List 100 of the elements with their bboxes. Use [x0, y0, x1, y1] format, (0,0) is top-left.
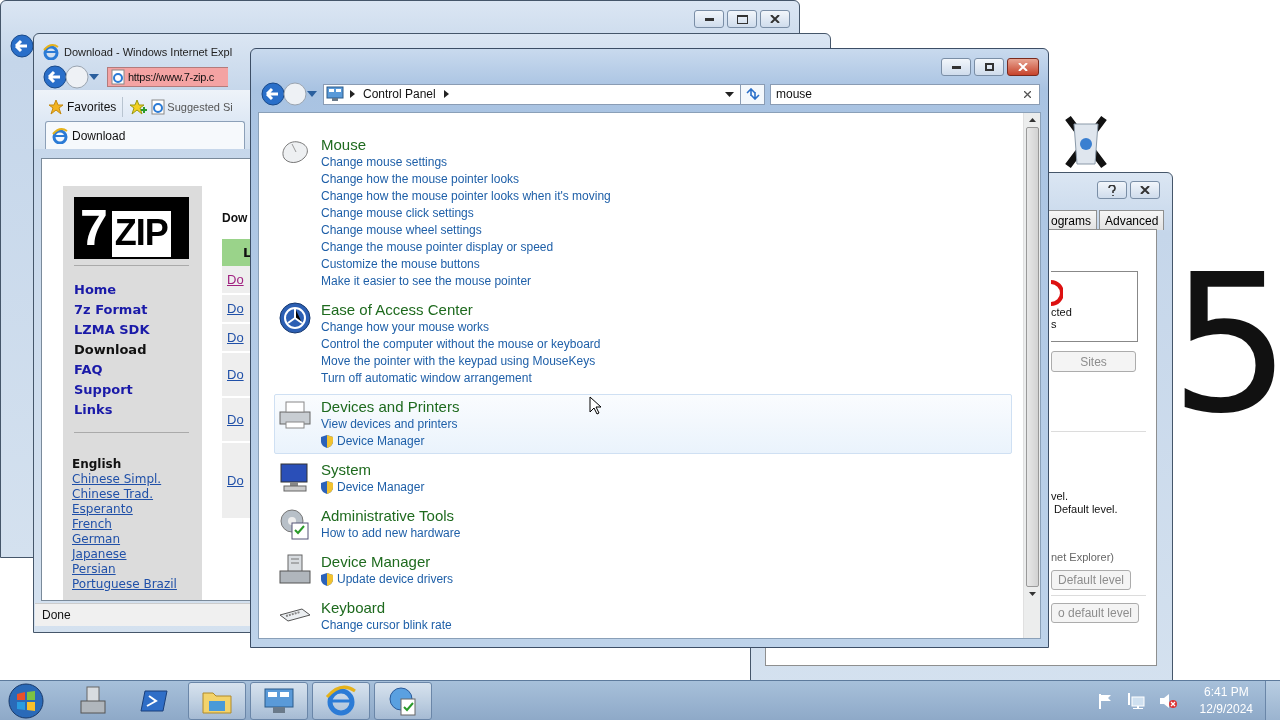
- nav-link[interactable]: Support: [74, 380, 202, 400]
- address-field[interactable]: https://www.7-zip.c: [107, 67, 228, 87]
- recycle-bin-icon[interactable]: [1064, 114, 1108, 170]
- task-link[interactable]: Change mouse wheel settings: [321, 222, 611, 239]
- refresh-button[interactable]: [741, 83, 765, 105]
- category-link[interactable]: Keyboard: [321, 599, 452, 617]
- back-button[interactable]: [10, 34, 34, 58]
- status-text: Done: [42, 608, 71, 622]
- clear-icon[interactable]: [1024, 90, 1031, 98]
- language-link[interactable]: Esperanto: [72, 502, 202, 517]
- taskbar-button[interactable]: [250, 681, 308, 720]
- start-button[interactable]: [8, 682, 44, 719]
- language-link[interactable]: French: [72, 517, 202, 532]
- task-link[interactable]: Change the mouse pointer display or speed: [321, 239, 611, 256]
- suggested-sites-link[interactable]: Suggested Si: [151, 99, 233, 115]
- tab[interactable]: Download: [45, 121, 245, 149]
- maximize-icon: [984, 63, 994, 71]
- language-link[interactable]: Persian: [72, 562, 202, 577]
- language-link[interactable]: German: [72, 532, 202, 547]
- result-item[interactable]: System Device Manager: [274, 457, 1012, 500]
- task-link[interactable]: Change mouse click settings: [321, 205, 611, 222]
- tools-icon: [278, 507, 312, 541]
- caret-icon[interactable]: [89, 74, 99, 80]
- category-link[interactable]: System: [321, 461, 425, 479]
- task-link[interactable]: Change cursor blink rate: [321, 617, 452, 634]
- printer-icon: [278, 398, 312, 432]
- nav-link[interactable]: Home: [74, 280, 202, 300]
- search-field[interactable]: mouse: [770, 83, 1040, 105]
- category-link[interactable]: Mouse: [321, 136, 611, 154]
- table-link[interactable]: Do: [227, 473, 244, 488]
- server-icon: [77, 684, 109, 717]
- browser-icon: [43, 43, 59, 60]
- show-desktop-button[interactable]: [1265, 680, 1280, 720]
- maximize-button[interactable]: [727, 10, 757, 28]
- caret-icon[interactable]: [307, 91, 317, 97]
- task-link[interactable]: Device Manager: [321, 433, 460, 450]
- category-link[interactable]: Device Manager: [321, 553, 454, 571]
- language-link[interactable]: English: [72, 457, 202, 472]
- task-link[interactable]: Move the pointer with the keypad using MouseKeys: [321, 353, 601, 370]
- category-link[interactable]: Ease of Access Center: [321, 301, 601, 319]
- help-button[interactable]: [1097, 181, 1127, 199]
- tab[interactable]: Advanced: [1099, 210, 1165, 230]
- task-link[interactable]: Make it easier to see the mouse pointer: [321, 273, 611, 290]
- breadcrumb-item[interactable]: Control Panel: [363, 87, 436, 101]
- accessibility-icon: [278, 301, 312, 335]
- result-item[interactable]: Device Manager Update device drivers: [274, 549, 1012, 592]
- task-link[interactable]: Update device drivers: [321, 571, 454, 588]
- close-button[interactable]: [1007, 58, 1039, 76]
- nav-link[interactable]: FAQ: [74, 360, 202, 380]
- favorites-button[interactable]: Favorites: [48, 99, 117, 115]
- volume-muted-icon[interactable]: [1158, 692, 1177, 709]
- category-link[interactable]: Administrative Tools: [321, 507, 461, 525]
- dropdown-icon[interactable]: [725, 91, 734, 97]
- zone-label: s: [1051, 318, 1058, 330]
- language-link[interactable]: Portuguese Brazil: [72, 577, 202, 592]
- table-link[interactable]: Do: [227, 301, 244, 316]
- back-button[interactable]: [43, 65, 67, 89]
- maximize-button[interactable]: [974, 58, 1004, 76]
- table-link[interactable]: Do: [227, 367, 244, 382]
- table-link[interactable]: Do: [227, 330, 244, 345]
- task-link[interactable]: Customize the mouse buttons: [321, 256, 611, 273]
- scroll-down-icon[interactable]: [1028, 592, 1036, 596]
- nav-link[interactable]: 7z Format: [74, 300, 202, 320]
- nav-link[interactable]: Download: [74, 340, 202, 360]
- taskbar-button[interactable]: [312, 681, 370, 720]
- add-favorite-icon[interactable]: [129, 99, 148, 115]
- result-item[interactable]: Administrative Tools How to add new hardware: [274, 503, 1012, 546]
- task-link[interactable]: Change mouse settings: [321, 154, 611, 171]
- task-link[interactable]: Turn off automatic window arrangement: [321, 370, 601, 387]
- task-link[interactable]: Control the computer without the mouse or keyboard: [321, 336, 601, 353]
- close-button[interactable]: [760, 10, 790, 28]
- minimize-button[interactable]: [941, 58, 971, 76]
- close-button[interactable]: [1130, 181, 1160, 199]
- language-link[interactable]: Chinese Trad.: [72, 487, 202, 502]
- language-link[interactable]: Chinese Simpl.: [72, 472, 202, 487]
- result-item[interactable]: Keyboard Change cursor blink rate: [274, 595, 1012, 638]
- task-link[interactable]: Change how the mouse pointer looks: [321, 171, 611, 188]
- page-icon: [111, 69, 125, 85]
- nav-link[interactable]: Links: [74, 400, 202, 420]
- task-link[interactable]: Change how the mouse pointer looks when it's moving: [321, 188, 611, 205]
- scrollbar-thumb[interactable]: [1025, 127, 1039, 587]
- scroll-up-icon[interactable]: [1028, 118, 1036, 122]
- taskbar-button[interactable]: [374, 681, 432, 720]
- taskbar-button[interactable]: [188, 681, 246, 720]
- task-link[interactable]: View devices and printers: [321, 416, 460, 433]
- address-bar[interactable]: Control Panel: [323, 83, 741, 105]
- result-item[interactable]: Ease of Access Center Change how your mouse works Control the computer without the mouse or keyboard Move the pointer with the keypad using MouseKeys Turn off automatic window arrangement: [274, 297, 1012, 391]
- category-link[interactable]: Devices and Printers: [321, 398, 460, 416]
- language-link[interactable]: Japanese: [72, 547, 202, 562]
- scrollbar[interactable]: [1023, 113, 1040, 638]
- back-button[interactable]: [261, 82, 285, 106]
- browser-icon: [52, 127, 68, 144]
- task-link[interactable]: Change how your mouse works: [321, 319, 601, 336]
- table-link[interactable]: Do: [227, 272, 244, 287]
- task-link[interactable]: Device Manager: [321, 479, 425, 496]
- task-link[interactable]: How to add new hardware: [321, 525, 461, 542]
- table-link[interactable]: Do: [227, 412, 244, 427]
- minimize-button[interactable]: [694, 10, 724, 28]
- result-item[interactable]: Devices and Printers View devices and printers Device Manager: [274, 394, 1012, 454]
- nav-link[interactable]: LZMA SDK: [74, 320, 202, 340]
